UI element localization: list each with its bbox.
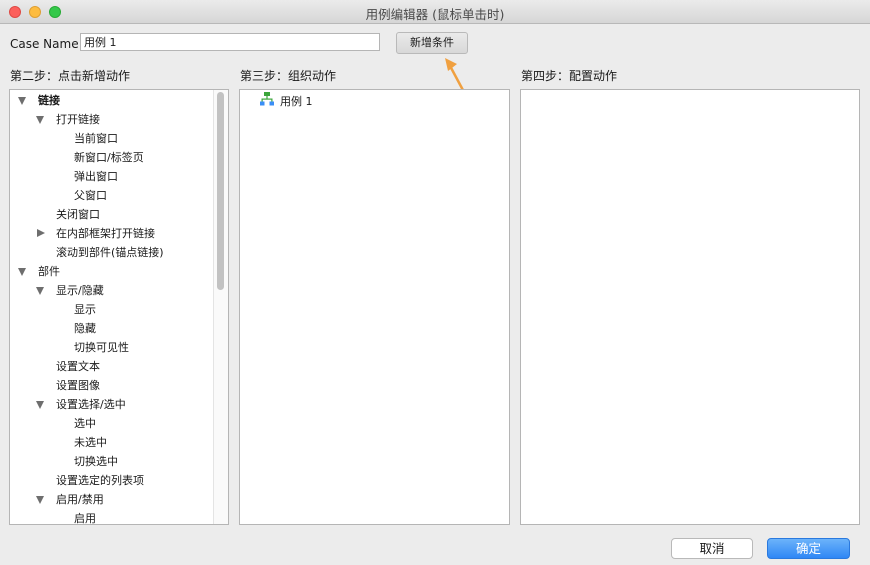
tree-item[interactable]: 父窗口: [74, 186, 107, 205]
disclosure-expanded-icon[interactable]: [36, 116, 44, 124]
tree-item[interactable]: 设置图像: [56, 376, 100, 395]
step3-heading: 第三步：组织动作: [240, 69, 337, 83]
case-editor-window: 用例编辑器 (鼠标单击时) Case Name 新增条件 第二步：点击新增动作 …: [0, 0, 870, 565]
case-tree-icon: [260, 92, 274, 112]
tree-item[interactable]: 关闭窗口: [56, 205, 100, 224]
configure-action-panel: [520, 89, 860, 525]
tree-item[interactable]: 在内部框架打开链接: [56, 224, 155, 243]
tree-item[interactable]: 弹出窗口: [74, 167, 118, 186]
tree-item[interactable]: 显示: [74, 300, 96, 319]
tree-item[interactable]: 切换选中: [74, 452, 118, 471]
tree-item[interactable]: 设置文本: [56, 357, 100, 376]
scrollbar-thumb[interactable]: [217, 92, 224, 290]
title-bar: 用例编辑器 (鼠标单击时): [0, 0, 870, 24]
tree-item[interactable]: 部件: [38, 262, 60, 281]
actions-tree-panel[interactable]: 链接 打开链接 当前窗口 新窗口/标签页 弹出窗口 父窗口 关闭窗口 在内部框架打开链接 滚动到…: [9, 89, 229, 525]
disclosure-expanded-icon[interactable]: [36, 287, 44, 295]
disclosure-collapsed-icon[interactable]: [37, 229, 45, 237]
ok-button[interactable]: 确定: [767, 538, 850, 559]
tree-item[interactable]: 启用: [74, 509, 96, 524]
case-name-label: Case Name: [10, 37, 79, 51]
actions-tree-scrollbar[interactable]: [213, 90, 228, 524]
step4-heading: 第四步：配置动作: [521, 69, 618, 83]
disclosure-expanded-icon[interactable]: [36, 496, 44, 504]
case-tree-label: 用例 1: [280, 95, 313, 108]
window-title: 用例编辑器 (鼠标单击时): [365, 7, 505, 22]
case-name-input[interactable]: [80, 33, 380, 51]
disclosure-expanded-icon[interactable]: [18, 97, 26, 105]
tree-item[interactable]: 打开链接: [56, 110, 100, 129]
tree-item[interactable]: 显示/隐藏: [56, 281, 104, 300]
tree-item[interactable]: 链接: [38, 91, 60, 110]
disclosure-expanded-icon[interactable]: [18, 268, 26, 276]
tree-item[interactable]: 隐藏: [74, 319, 96, 338]
tree-item[interactable]: 新窗口/标签页: [74, 148, 144, 167]
tree-item[interactable]: 滚动到部件(锚点链接): [56, 243, 164, 262]
tree-item[interactable]: 启用/禁用: [56, 490, 104, 509]
case-tree-item[interactable]: 用例 1: [260, 92, 313, 110]
tree-item[interactable]: 当前窗口: [74, 129, 118, 148]
tree-item[interactable]: 未选中: [74, 433, 107, 452]
tree-item[interactable]: 选中: [74, 414, 96, 433]
tree-item[interactable]: 设置选定的列表项: [56, 471, 144, 490]
tree-item[interactable]: 设置选择/选中: [56, 395, 126, 414]
add-condition-button[interactable]: 新增条件: [396, 32, 468, 54]
disclosure-expanded-icon[interactable]: [36, 401, 44, 409]
step2-heading: 第二步：点击新增动作: [10, 69, 131, 83]
tree-item[interactable]: 切换可见性: [74, 338, 129, 357]
cancel-button[interactable]: 取消: [671, 538, 753, 559]
organize-actions-panel[interactable]: 用例 1: [239, 89, 510, 525]
